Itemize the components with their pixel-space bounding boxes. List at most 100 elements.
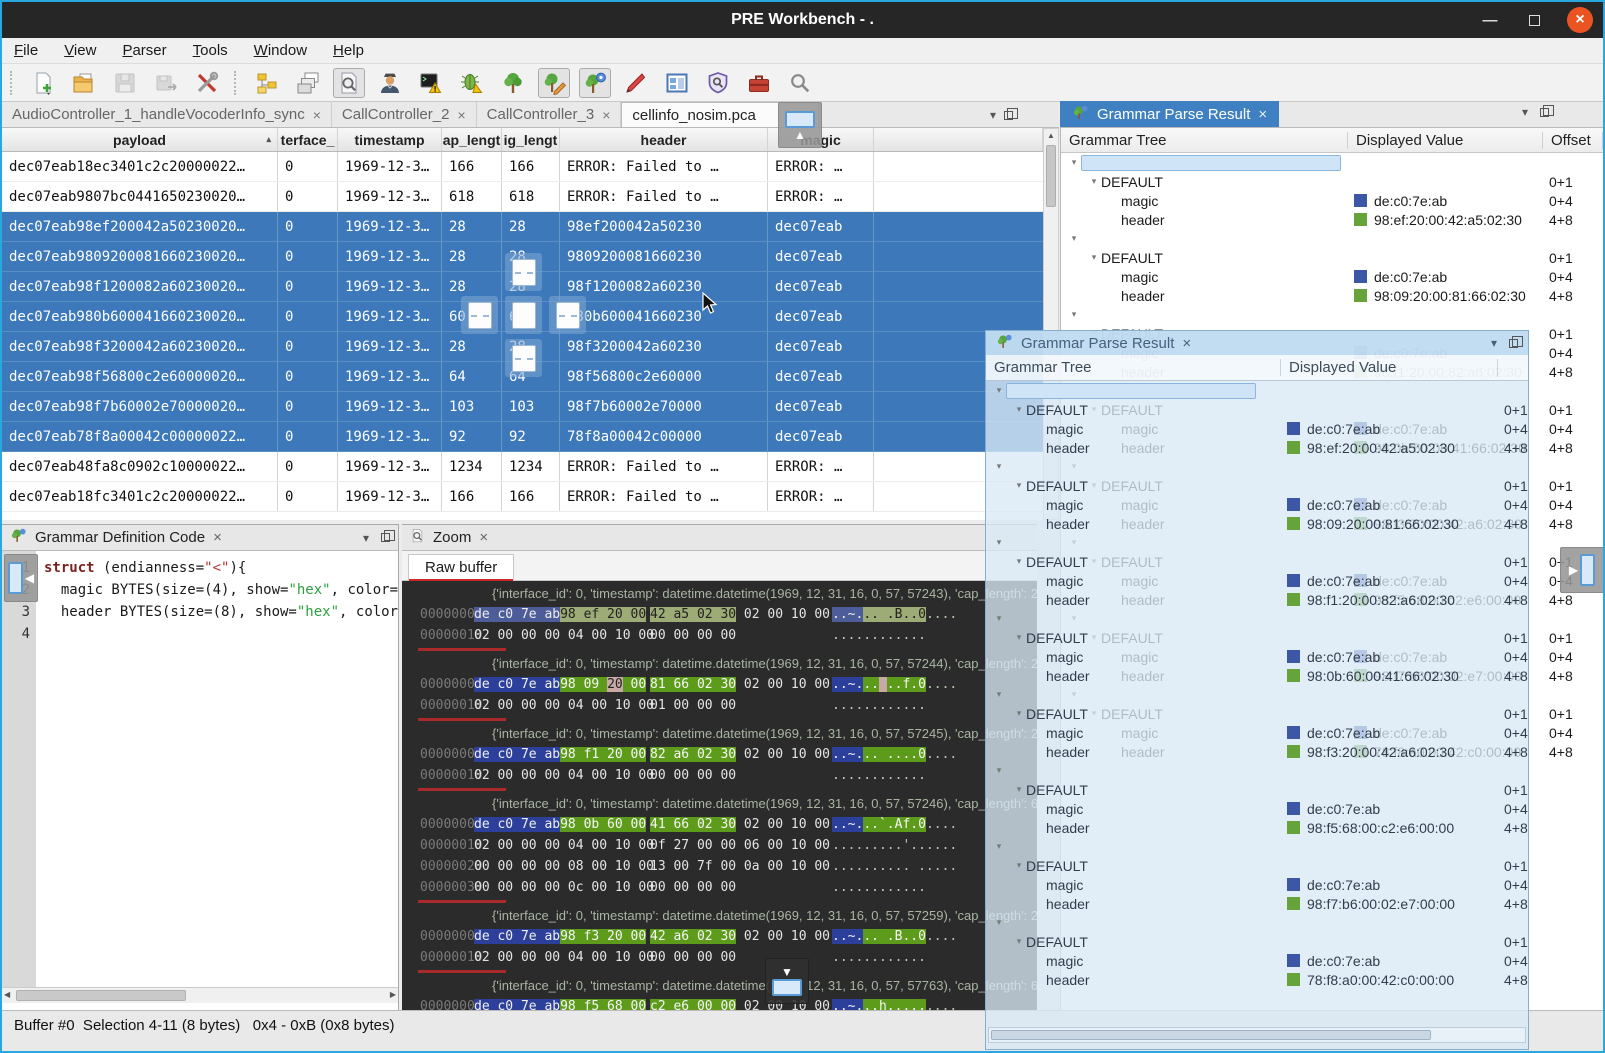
tree-node-default[interactable]: ▾DEFAULT0+1: [986, 552, 1528, 571]
menu-item-tools[interactable]: Tools: [193, 42, 228, 59]
tree-node-default[interactable]: ▾DEFAULT0+1: [1061, 248, 1603, 267]
tree-field-magic[interactable]: magicde:c0:7e:ab0+4: [986, 875, 1528, 894]
close-tab-icon[interactable]: ×: [313, 107, 321, 123]
float-panel-icon[interactable]: [1540, 108, 1549, 117]
float-panel-icon[interactable]: [381, 533, 390, 542]
code-line[interactable]: [44, 623, 398, 645]
search-button[interactable]: [784, 68, 816, 98]
col-grammar-tree[interactable]: Grammar Tree: [1061, 132, 1348, 149]
scroll-up-icon[interactable]: ▲: [1044, 129, 1058, 143]
window-layout-button[interactable]: [661, 68, 693, 98]
tree-field-header[interactable]: header98:f3:20:00:42:a6:02:304+8: [986, 742, 1528, 761]
tree-field-header[interactable]: header98:09:20:00:81:66:02:304+8: [1061, 286, 1603, 305]
tree-field-magic[interactable]: magicde:c0:7e:ab0+4: [986, 495, 1528, 514]
menu-item-view[interactable]: View: [64, 42, 96, 59]
hex-line[interactable]: 0000001002 00 00 00 04 00 10 0000 00 00 …: [402, 765, 1037, 786]
tree-field-magic[interactable]: magicde:c0:7e:ab0+4: [986, 571, 1528, 590]
col-displayed-value[interactable]: Displayed Value: [1281, 359, 1498, 376]
grammar-code-tabbar[interactable]: Grammar Definition Code × ▾: [2, 525, 398, 551]
table-row[interactable]: dec07eab98ef200042a50230020…01969-12-3…2…: [2, 212, 1043, 242]
hex-line[interactable]: 0000003000 00 00 00 0c 00 10 0000 00 00 …: [402, 877, 1037, 898]
tab-raw-buffer[interactable]: Raw buffer: [408, 554, 514, 580]
column-header-terface_[interactable]: terface_: [278, 128, 338, 151]
dock-cross-bottom[interactable]: [505, 339, 542, 377]
tree-node-default[interactable]: ▾DEFAULT0+1: [986, 476, 1528, 495]
tree-node-default[interactable]: ▾DEFAULT0+1: [986, 400, 1528, 419]
hex-line[interactable]: 00000000de c0 7e ab98 f3 20 0042 a6 02 3…: [402, 926, 1037, 947]
code-line[interactable]: header BYTES(size=(8), show="hex", color: [44, 601, 398, 623]
tree-field-header[interactable]: header98:f1:20:00:82:a6:02:304+8: [986, 590, 1528, 609]
scrollbar-thumb[interactable]: [16, 990, 186, 1001]
close-tab-icon[interactable]: ×: [1258, 106, 1267, 123]
shield-search-button[interactable]: [702, 68, 734, 98]
hex-dump-view[interactable]: {'interface_id': 0, 'timestamp': datetim…: [402, 581, 1037, 1010]
marker-pen-button[interactable]: [620, 68, 652, 98]
edit-grammar-tree-button[interactable]: [538, 68, 570, 98]
table-row[interactable]: dec07eab18ec3401c2c20000022…01969-12-3…1…: [2, 152, 1043, 182]
dock-cross-center[interactable]: [505, 296, 542, 334]
close-button[interactable]: ×: [1567, 7, 1593, 33]
code-editor[interactable]: 1234 struct (endianness="<"){ magic BYTE…: [2, 551, 398, 987]
hex-line[interactable]: 00000000de c0 7e ab98 f5 68 00c2 e6 00 0…: [402, 996, 1037, 1010]
tree-node-row[interactable]: ▾: [986, 381, 1528, 400]
col-displayed-value[interactable]: Displayed Value: [1348, 132, 1543, 149]
tree-field-magic[interactable]: magicde:c0:7e:ab0+4: [986, 951, 1528, 970]
table-row[interactable]: dec07eab98f7b60002e70000020…01969-12-3…1…: [2, 392, 1043, 422]
open-folder-button[interactable]: [68, 68, 100, 98]
dock-drop-indicator-top[interactable]: ▲: [778, 102, 822, 148]
tree-node-row[interactable]: ▾: [1061, 305, 1603, 324]
panel-menu-icon[interactable]: ▾: [1491, 336, 1497, 350]
tools-button[interactable]: [191, 68, 223, 98]
tree-structure-button[interactable]: [251, 68, 283, 98]
floating-hscrollbar[interactable]: [988, 1027, 1526, 1043]
tree-field-header[interactable]: header98:09:20:00:81:66:02:304+8: [986, 514, 1528, 533]
menu-item-file[interactable]: File: [14, 42, 38, 59]
tree-node-row[interactable]: ▾: [986, 609, 1528, 628]
tree-field-magic[interactable]: magicde:c0:7e:ab0+4: [986, 723, 1528, 742]
tree-field-magic[interactable]: magicde:c0:7e:ab0+4: [1061, 191, 1603, 210]
tree-field-header[interactable]: header98:f5:68:00:c2:e6:00:004+8: [986, 818, 1528, 837]
terminal-warning-button[interactable]: [415, 68, 447, 98]
hex-line[interactable]: 00000000de c0 7e ab98 0b 60 0041 66 02 3…: [402, 814, 1037, 835]
dock-drop-indicator-left[interactable]: ◀: [4, 554, 38, 602]
tree-node-default[interactable]: ▾DEFAULT0+1: [986, 932, 1528, 951]
tree-field-header[interactable]: header98:ef:20:00:42:a5:02:304+8: [1061, 210, 1603, 229]
new-file-button[interactable]: [27, 68, 59, 98]
hex-line[interactable]: 00000000de c0 7e ab98 f1 20 0082 a6 02 3…: [402, 744, 1037, 765]
dock-cross-right[interactable]: [549, 296, 586, 334]
save-file-button[interactable]: [109, 68, 141, 98]
column-header-ig_lengt[interactable]: ig_lengt: [502, 128, 560, 151]
tree-field-magic[interactable]: magicde:c0:7e:ab0+4: [986, 647, 1528, 666]
tree-node-row[interactable]: ▾: [986, 761, 1528, 780]
tree-field-magic[interactable]: magicde:c0:7e:ab0+4: [986, 419, 1528, 438]
floating-window-titlebar[interactable]: Grammar Parse Result × ▾: [986, 331, 1528, 355]
tree-node-row[interactable]: ▾: [986, 457, 1528, 476]
hex-line[interactable]: 0000001002 00 00 00 04 00 10 0000 00 00 …: [402, 625, 1037, 646]
dock-drop-indicator-right[interactable]: ▶: [1560, 547, 1604, 593]
menu-item-help[interactable]: Help: [333, 42, 364, 59]
tree-node-default[interactable]: ▾DEFAULT0+1: [986, 628, 1528, 647]
undock-panel-icon[interactable]: [1004, 111, 1013, 120]
hex-line[interactable]: 00000000de c0 7e ab98 09 20 0081 66 02 3…: [402, 674, 1037, 695]
scroll-left-icon[interactable]: ◀: [4, 990, 10, 999]
minimize-button[interactable]: —: [1479, 9, 1501, 31]
maximize-button[interactable]: [1523, 9, 1545, 31]
tree-field-header[interactable]: header78:f8:a0:00:42:c0:00:004+8: [986, 970, 1528, 989]
tab-list-dropdown-icon[interactable]: ▾: [990, 108, 996, 122]
close-tab-icon[interactable]: ×: [213, 529, 222, 546]
tab-grammar-parse-result[interactable]: Grammar Parse Result ×: [1060, 101, 1279, 127]
tree-node-default[interactable]: ▾DEFAULT0+1: [1061, 172, 1603, 191]
run-grammar-tree-button[interactable]: [579, 68, 611, 98]
column-header-timestamp[interactable]: timestamp: [338, 128, 442, 151]
code-line[interactable]: struct (endianness="<"){: [44, 557, 398, 579]
debug-bug-button[interactable]: [456, 68, 488, 98]
export-file-button[interactable]: [150, 68, 182, 98]
tree-field-header[interactable]: header98:ef:20:00:42:a5:02:304+8: [986, 438, 1528, 457]
hex-line[interactable]: 0000001002 00 00 00 04 00 10 0001 00 00 …: [402, 695, 1037, 716]
code-hscrollbar[interactable]: ◀ ▶: [2, 987, 398, 1003]
close-tab-icon[interactable]: ×: [602, 107, 610, 123]
cascade-windows-button[interactable]: [292, 68, 324, 98]
panel-menu-icon[interactable]: ▾: [1522, 105, 1528, 119]
zoom-document-button[interactable]: [333, 68, 365, 98]
tab-CallController_2[interactable]: CallController_2×: [332, 102, 477, 127]
